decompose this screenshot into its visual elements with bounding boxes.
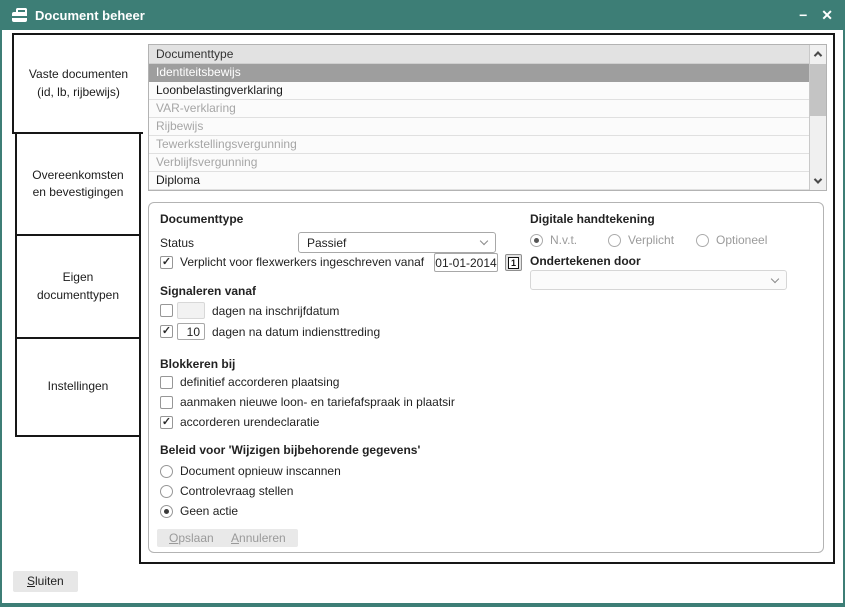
scroll-down-icon[interactable] bbox=[810, 173, 826, 189]
date-input[interactable] bbox=[434, 253, 498, 272]
handtekening-optioneel-radio[interactable] bbox=[696, 234, 709, 247]
tab-eigen-documenttypen[interactable]: Eigen documenttypen bbox=[15, 234, 139, 339]
blokkeren-plaatsing-checkbox[interactable] bbox=[160, 376, 173, 389]
handtekening-verplicht-label: Verplicht bbox=[628, 233, 674, 247]
blokkeren-urendeclaratie-checkbox[interactable] bbox=[160, 416, 173, 429]
blokkeren-tariefafspraak-label: aanmaken nieuwe loon- en tariefafspraak … bbox=[180, 395, 455, 409]
documenttype-list: Documenttype Identiteitsbewijs Loonbelas… bbox=[148, 44, 827, 191]
beleid-heading: Beleid voor 'Wijzigen bijbehorende gegev… bbox=[160, 443, 420, 457]
blokkeren-urendeclaratie-label: accorderen urendeclaratie bbox=[180, 415, 319, 429]
beleid-controlevraag-label: Controlevraag stellen bbox=[180, 484, 293, 498]
handtekening-optioneel-label: Optioneel bbox=[716, 233, 767, 247]
list-item[interactable]: Rijbewijs bbox=[149, 118, 809, 136]
flexwerkers-label: Verplicht voor flexwerkers ingeschreven … bbox=[180, 255, 424, 269]
tab-label: Vaste documenten bbox=[29, 66, 128, 83]
tab-label: Instellingen bbox=[48, 378, 109, 395]
documenttype-form: Documenttype Status Passief Verplicht vo… bbox=[148, 202, 824, 553]
beleid-inscannen-radio[interactable] bbox=[160, 465, 173, 478]
close-window-button[interactable]: Sluiten bbox=[13, 571, 78, 592]
signaleren-inschrijf-label: dagen na inschrijfdatum bbox=[212, 304, 339, 318]
window-title: Document beheer bbox=[35, 8, 145, 23]
blokkeren-heading: Blokkeren bij bbox=[160, 357, 235, 371]
ondertekenen-select[interactable] bbox=[530, 270, 787, 290]
cancel-button[interactable]: Annuleren bbox=[219, 529, 298, 547]
document-beheer-window: Document beheer − ✕ Vaste documenten (id… bbox=[0, 0, 845, 607]
list-item[interactable]: VAR-verklaring bbox=[149, 100, 809, 118]
scroll-up-icon[interactable] bbox=[810, 46, 826, 62]
status-label: Status bbox=[160, 236, 194, 250]
list-item[interactable]: Loonbelastingverklaring bbox=[149, 82, 809, 100]
list-item[interactable]: Diploma bbox=[149, 172, 809, 190]
chevron-down-icon bbox=[480, 237, 488, 245]
tab-label: documenttypen bbox=[37, 287, 119, 304]
blokkeren-plaatsing-label: definitief accorderen plaatsing bbox=[180, 375, 339, 389]
signaleren-inschrijf-checkbox[interactable] bbox=[160, 304, 173, 317]
signaleren-indienst-label: dagen na datum indiensttreding bbox=[212, 325, 380, 339]
ondertekenen-heading: Ondertekenen door bbox=[530, 254, 641, 268]
close-icon[interactable]: ✕ bbox=[821, 0, 833, 30]
beleid-geen-actie-radio[interactable] bbox=[160, 505, 173, 518]
briefcase-icon bbox=[12, 12, 27, 22]
tab-label: Eigen bbox=[63, 269, 94, 286]
flexwerkers-checkbox[interactable] bbox=[160, 256, 173, 269]
scrollbar-thumb[interactable] bbox=[810, 64, 826, 116]
calendar-button[interactable]: 1 bbox=[505, 254, 522, 271]
list-item[interactable]: Identiteitsbewijs bbox=[149, 64, 809, 82]
tab-label: Overeenkomsten bbox=[32, 167, 123, 184]
minimize-button[interactable]: − bbox=[799, 0, 807, 30]
tab-vaste-documenten[interactable]: Vaste documenten (id, lb, rijbewijs) bbox=[12, 33, 143, 134]
handtekening-nvt-label: N.v.t. bbox=[550, 233, 577, 247]
handtekening-nvt-radio[interactable] bbox=[530, 234, 543, 247]
title-bar: Document beheer − ✕ bbox=[0, 0, 845, 30]
status-select[interactable]: Passief bbox=[298, 232, 496, 253]
beleid-geen-actie-label: Geen actie bbox=[180, 504, 238, 518]
chevron-down-icon bbox=[771, 275, 779, 283]
beleid-inscannen-label: Document opnieuw inscannen bbox=[180, 464, 341, 478]
beleid-controlevraag-radio[interactable] bbox=[160, 485, 173, 498]
save-button[interactable]: Opslaan bbox=[157, 529, 226, 547]
tab-overeenkomsten[interactable]: Overeenkomsten en bevestigingen bbox=[15, 132, 139, 236]
list-column-header: Documenttype bbox=[149, 45, 809, 64]
list-item[interactable]: Tewerkstellingsvergunning bbox=[149, 136, 809, 154]
signaleren-indienst-checkbox[interactable] bbox=[160, 325, 173, 338]
tab-instellingen[interactable]: Instellingen bbox=[15, 337, 139, 437]
signaleren-heading: Signaleren vanaf bbox=[160, 284, 256, 298]
handtekening-verplicht-radio[interactable] bbox=[608, 234, 621, 247]
list-item[interactable]: Verblijfsvergunning bbox=[149, 154, 809, 172]
handtekening-heading: Digitale handtekening bbox=[530, 212, 655, 226]
tab-label: en bevestigingen bbox=[33, 184, 124, 201]
calendar-icon: 1 bbox=[508, 257, 519, 269]
signaleren-inschrijf-input[interactable] bbox=[177, 302, 205, 319]
signaleren-indienst-input[interactable] bbox=[177, 323, 205, 340]
status-value: Passief bbox=[307, 236, 346, 250]
documenttype-heading: Documenttype bbox=[160, 212, 243, 226]
tab-label: (id, lb, rijbewijs) bbox=[37, 84, 120, 101]
blokkeren-tariefafspraak-checkbox[interactable] bbox=[160, 396, 173, 409]
list-scrollbar[interactable] bbox=[809, 45, 826, 190]
